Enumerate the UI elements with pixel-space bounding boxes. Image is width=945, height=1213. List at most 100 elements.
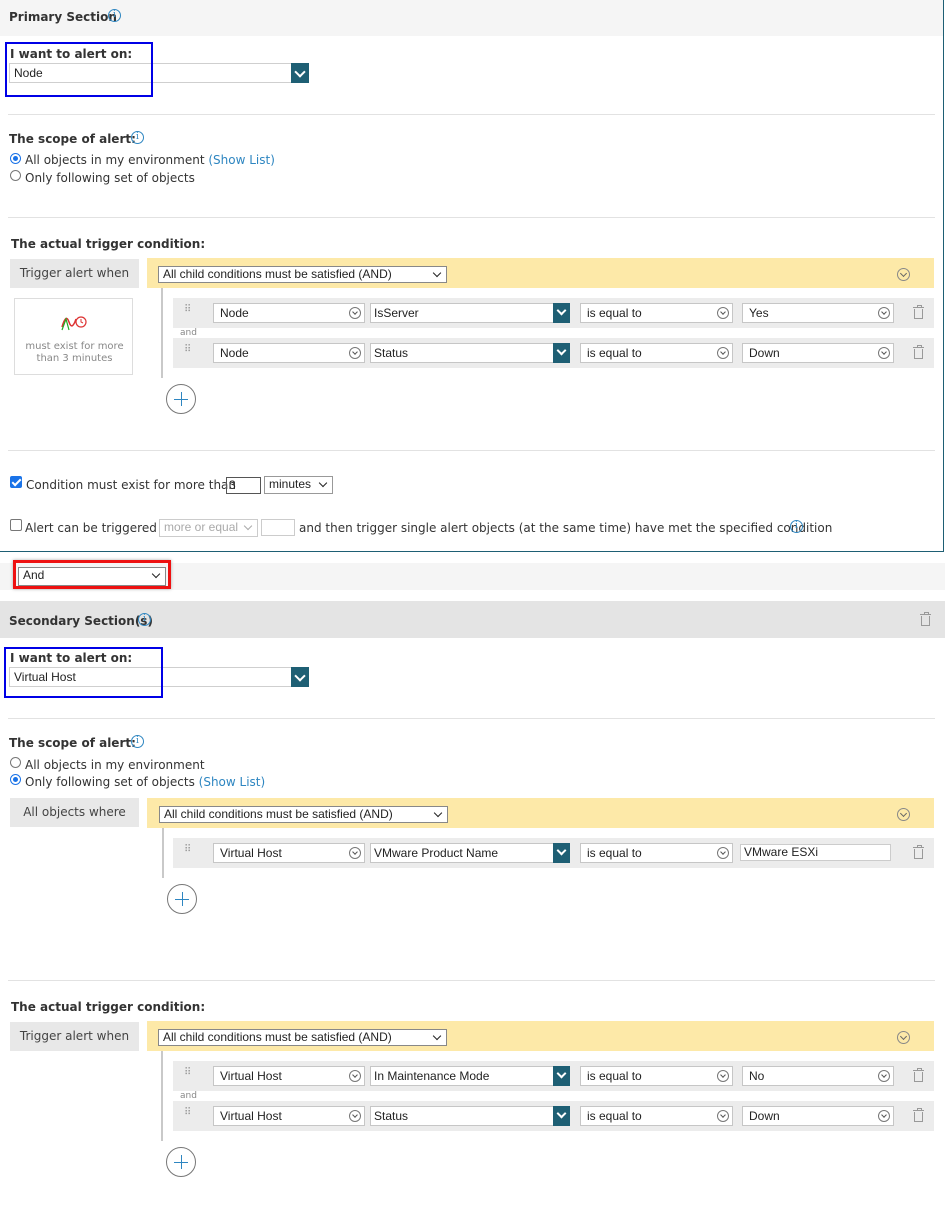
drag-handle-icon[interactable]: ⠿ xyxy=(184,345,191,357)
alert-triggered-prefix: Alert can be triggered if xyxy=(25,521,169,535)
trigger-when-text: Trigger alert when xyxy=(19,1029,130,1043)
scope-following-radio[interactable] xyxy=(10,774,21,785)
scope-all-text: All objects in my environment (Show List… xyxy=(25,153,275,167)
operator-value: is equal to xyxy=(587,846,642,860)
duration-note: must exist for more than 3 minutes xyxy=(25,341,124,364)
field-value: IsServer xyxy=(374,306,419,320)
value-select[interactable]: Down xyxy=(742,343,894,363)
divider xyxy=(8,980,935,981)
alert-triggered-checkbox[interactable] xyxy=(10,519,22,531)
scope-all-label: All objects in my environment xyxy=(25,153,205,167)
condition-exist-unit-select[interactable]: minutes xyxy=(264,476,333,494)
trash-icon[interactable] xyxy=(920,612,931,626)
alert-triggered-select[interactable]: more or equal xyxy=(159,519,258,537)
drag-handle-icon[interactable]: ⠿ xyxy=(184,1108,191,1120)
entity-select[interactable]: Virtual Host xyxy=(213,1066,365,1086)
group-select-value: All child conditions must be satisfied (… xyxy=(163,267,392,281)
operator-select[interactable]: is equal to xyxy=(580,303,733,323)
value-text: No xyxy=(749,1069,765,1083)
info-icon[interactable]: i xyxy=(108,9,121,22)
scope-all-radio[interactable] xyxy=(10,757,21,768)
drag-handle-icon[interactable]: ⠿ xyxy=(184,845,191,857)
tree-line xyxy=(162,828,164,878)
show-list-link[interactable]: (Show List) xyxy=(208,153,275,167)
info-icon[interactable]: i xyxy=(790,520,803,533)
entity-select[interactable]: Virtual Host xyxy=(213,1106,365,1126)
operator-value: is equal to xyxy=(587,1069,642,1083)
group-select-value: All child conditions must be satisfied (… xyxy=(164,807,393,821)
info-icon[interactable]: i xyxy=(131,735,144,748)
scope-all-radio[interactable] xyxy=(10,153,21,164)
value-select[interactable]: Down xyxy=(742,1106,894,1126)
chevron-down-icon[interactable] xyxy=(291,667,309,687)
trigger-when-label: Trigger alert when xyxy=(10,1022,139,1051)
entity-value: Virtual Host xyxy=(220,846,282,860)
value-text: Down xyxy=(749,346,780,360)
field-value: In Maintenance Mode xyxy=(374,1069,490,1083)
value-input[interactable]: VMware ESXi xyxy=(740,844,891,861)
add-condition-button[interactable] xyxy=(166,384,196,414)
primary-section-header xyxy=(0,0,943,36)
scope-label: The scope of alert: xyxy=(9,132,136,146)
field-select[interactable]: Status xyxy=(370,343,570,363)
trash-icon[interactable] xyxy=(913,345,924,359)
chevron-down-icon[interactable] xyxy=(291,63,309,83)
operator-select[interactable]: is equal to xyxy=(580,1106,733,1126)
alert-triggered-suffix: and then trigger single alert objects (a… xyxy=(299,521,833,535)
field-value: Status xyxy=(374,1109,409,1123)
secondary-section-title: Secondary Section(s) xyxy=(9,614,153,628)
divider xyxy=(8,217,935,218)
field-value: Status xyxy=(374,346,409,360)
info-icon[interactable]: i xyxy=(138,613,151,626)
duration-box: must exist for more than 3 minutes xyxy=(14,298,133,375)
duration-chart-icon xyxy=(61,316,87,331)
group-select[interactable]: All child conditions must be satisfied (… xyxy=(158,1029,447,1046)
trash-icon[interactable] xyxy=(913,1068,924,1082)
field-select[interactable]: Status xyxy=(370,1106,570,1126)
drag-handle-icon[interactable]: ⠿ xyxy=(184,305,191,317)
value-text: Down xyxy=(749,1109,780,1123)
trigger-label: The actual trigger condition: xyxy=(11,237,206,251)
alert-triggered-count-input[interactable] xyxy=(261,519,295,536)
entity-select[interactable]: Node xyxy=(213,343,365,363)
unit-value: minutes xyxy=(269,477,312,491)
condition-exist-checkbox[interactable] xyxy=(10,476,22,488)
operator-value: is equal to xyxy=(587,346,642,360)
field-select[interactable]: VMware Product Name xyxy=(370,843,570,863)
info-icon[interactable]: i xyxy=(131,131,144,144)
collapse-chevron-icon[interactable] xyxy=(897,1031,910,1044)
drag-handle-icon[interactable]: ⠿ xyxy=(184,1068,191,1080)
highlight-box xyxy=(5,42,153,97)
trash-icon[interactable] xyxy=(913,1108,924,1122)
entity-value: Virtual Host xyxy=(220,1069,282,1083)
collapse-chevron-icon[interactable] xyxy=(897,268,910,281)
operator-select[interactable]: is equal to xyxy=(580,343,733,363)
trash-icon[interactable] xyxy=(913,845,924,859)
value-select[interactable]: No xyxy=(742,1066,894,1086)
add-condition-button[interactable] xyxy=(166,1147,196,1177)
show-list-link[interactable]: (Show List) xyxy=(199,775,266,789)
scope-following-label: Only following set of objects xyxy=(25,775,195,789)
trigger-when-label: Trigger alert when xyxy=(10,259,139,288)
value-select[interactable]: Yes xyxy=(742,303,894,323)
scope-following-radio[interactable] xyxy=(10,170,21,181)
operator-select[interactable]: is equal to xyxy=(580,843,733,863)
group-select[interactable]: All child conditions must be satisfied (… xyxy=(158,266,447,283)
entity-value: Virtual Host xyxy=(220,1109,282,1123)
divider xyxy=(8,114,935,115)
highlight-box xyxy=(4,647,163,698)
field-select[interactable]: In Maintenance Mode xyxy=(370,1066,570,1086)
group-select-value: All child conditions must be satisfied (… xyxy=(163,1030,392,1044)
operator-select[interactable]: is equal to xyxy=(580,1066,733,1086)
entity-select[interactable]: Node xyxy=(213,303,365,323)
field-select[interactable]: IsServer xyxy=(370,303,570,323)
value-text: VMware ESXi xyxy=(744,845,819,859)
condition-exist-input[interactable]: 3 xyxy=(226,477,261,494)
trash-icon[interactable] xyxy=(913,305,924,319)
entity-select[interactable]: Virtual Host xyxy=(213,843,365,863)
condition-exist-value: 3 xyxy=(229,478,236,492)
group-select[interactable]: All child conditions must be satisfied (… xyxy=(159,806,448,823)
add-condition-button[interactable] xyxy=(167,884,197,914)
collapse-chevron-icon[interactable] xyxy=(897,808,910,821)
scope-label: The scope of alert: xyxy=(9,736,136,750)
